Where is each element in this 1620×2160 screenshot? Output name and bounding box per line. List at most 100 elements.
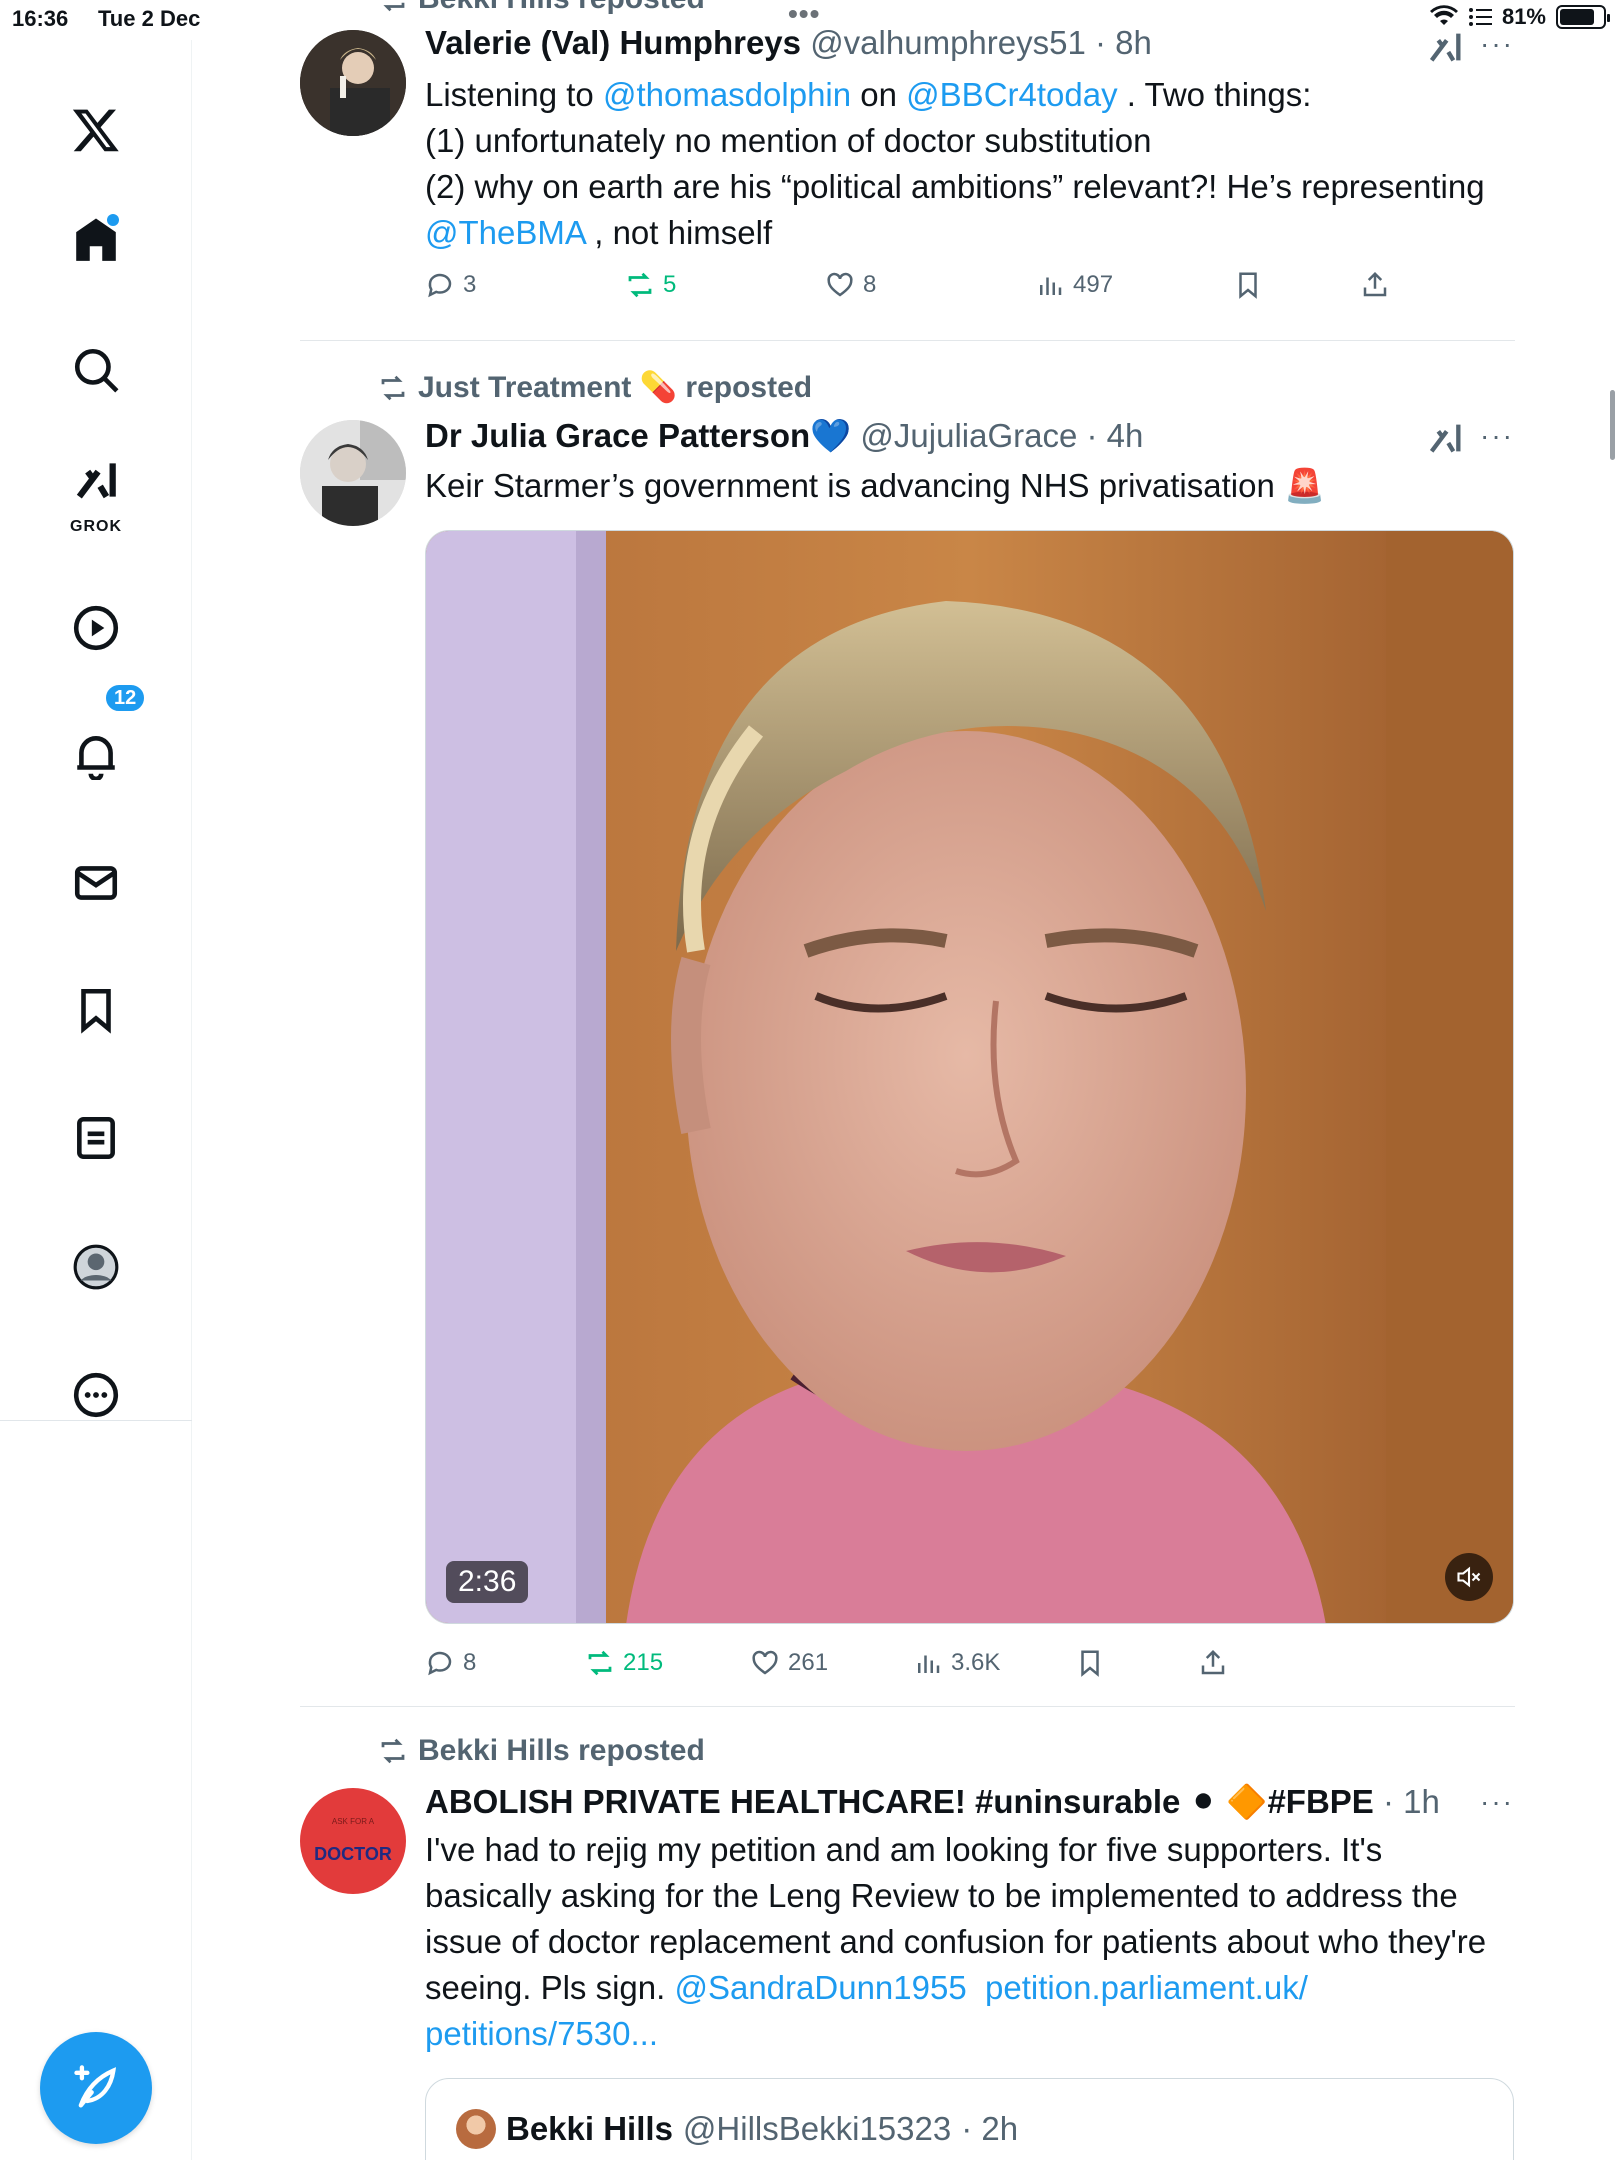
bookmark-button[interactable] xyxy=(1075,1648,1105,1678)
bookmark-icon xyxy=(1239,272,1257,299)
quote-time: · 2h xyxy=(961,2110,1019,2147)
video-frame xyxy=(426,531,1513,1623)
repost-icon xyxy=(381,1738,405,1764)
author-name[interactable]: ABOLISH PRIVATE HEALTHCARE! #uninsurable… xyxy=(425,1783,1374,1820)
quote-author-name[interactable]: Bekki Hills xyxy=(506,2110,673,2148)
quote-avatar[interactable] xyxy=(456,2109,496,2149)
like-button[interactable]: 261 xyxy=(750,1648,828,1678)
heart-icon xyxy=(752,1650,778,1675)
tweet-text: Keir Starmer’s government is advancing N… xyxy=(425,467,1326,504)
mute-button[interactable] xyxy=(1445,1553,1493,1601)
scrollbar-thumb[interactable] xyxy=(1610,390,1615,460)
like-button[interactable]: 8 xyxy=(825,270,876,300)
views-button[interactable]: 3.6K xyxy=(913,1648,1000,1678)
heart-icon xyxy=(827,272,853,297)
reply-icon xyxy=(428,1651,452,1676)
grok-icon[interactable] xyxy=(56,440,136,520)
repost-icon xyxy=(383,2,405,12)
lists-icon[interactable] xyxy=(56,1098,136,1178)
share-icon xyxy=(1363,271,1387,297)
compose-post-button[interactable] xyxy=(40,2032,152,2144)
grok-label: GROK xyxy=(70,518,122,535)
reply-button[interactable]: 8 xyxy=(425,1648,476,1678)
more-options-icon[interactable] xyxy=(56,1355,136,1435)
tweet-time: · 8h xyxy=(1095,24,1152,61)
tweet-author-line: Dr Julia Grace Patterson💙 @JujuliaGrace … xyxy=(425,416,1143,456)
author-name[interactable]: Dr Julia Grace Patterson💙 xyxy=(425,417,851,454)
author-handle[interactable]: @valhumphreys51 xyxy=(810,24,1086,61)
share-button[interactable] xyxy=(1198,1648,1228,1678)
repost-icon xyxy=(381,375,405,400)
bookmark-button[interactable] xyxy=(1233,270,1263,300)
quote-author-handle[interactable]: @HillsBekki15323 xyxy=(683,2110,951,2148)
bookmark-icon[interactable] xyxy=(56,970,136,1050)
battery-percent: 81% xyxy=(1501,4,1546,29)
grok-explain-icon[interactable] xyxy=(1425,27,1465,67)
multitasking-dots-icon[interactable]: ••• xyxy=(788,0,820,28)
muted-speaker-icon xyxy=(1457,1566,1481,1588)
tweet-time: · 1h xyxy=(1383,1783,1440,1820)
repost-icon xyxy=(588,1650,612,1676)
text-segment: . Two things: xyxy=(1117,76,1312,113)
tweet-author-line: ABOLISH PRIVATE HEALTHCARE! #uninsurable… xyxy=(425,1782,1440,1822)
petition-link-continued[interactable]: petitions/7530... xyxy=(425,2015,658,2052)
text-segment: (2) why on earth are his “political ambi… xyxy=(425,168,1485,205)
repost-button[interactable]: 5 xyxy=(625,270,676,300)
repost-count: 215 xyxy=(623,1649,664,1676)
tweet-more-icon[interactable]: ··· xyxy=(1480,420,1514,452)
bookmark-icon xyxy=(1081,1650,1099,1677)
view-count: 497 xyxy=(1073,271,1114,298)
text-segment: (1) unfortunately no mention of doctor s… xyxy=(425,122,1152,159)
tweet-text: Listening to @thomasdolphin on @BBCr4tod… xyxy=(425,72,1515,256)
profile-icon[interactable] xyxy=(56,1227,136,1307)
avatar-text: DOCTOR xyxy=(314,1844,392,1864)
notifications-bell-icon[interactable] xyxy=(56,715,136,795)
quoted-tweet[interactable]: Bekki Hills @HillsBekki15323 · 2h xyxy=(425,2078,1514,2160)
tweet-more-icon[interactable]: ··· xyxy=(1480,28,1514,60)
avatar[interactable] xyxy=(300,420,406,526)
status-date: Tue 2 Dec xyxy=(98,6,201,31)
tweet-text: I've had to rejig my petition and am loo… xyxy=(425,1827,1515,2057)
compose-feather-icon xyxy=(74,2065,117,2108)
repost-text: Just Treatment 💊 reposted xyxy=(418,371,813,404)
share-button[interactable] xyxy=(1360,270,1390,300)
grok-explain-icon[interactable] xyxy=(1425,418,1465,458)
views-button[interactable]: 497 xyxy=(1035,270,1113,300)
mail-icon[interactable] xyxy=(56,843,136,923)
tweet-time: · 4h xyxy=(1086,417,1144,454)
battery-icon xyxy=(1556,5,1610,29)
mention-link[interactable]: @thomasdolphin xyxy=(603,76,851,113)
sidebar: GROK 12 xyxy=(0,40,192,2160)
reply-icon xyxy=(428,273,452,298)
status-time: 16:36 xyxy=(12,6,69,31)
video-player[interactable]: 2:36 xyxy=(425,530,1514,1624)
video-duration: 2:36 xyxy=(446,1561,529,1603)
author-name[interactable]: Valerie (Val) Humphreys xyxy=(425,24,801,61)
petition-link[interactable]: petition.parliament.uk/ xyxy=(985,1969,1308,2006)
author-handle[interactable]: @JujuliaGrace xyxy=(860,417,1077,454)
text-segment: , not himself xyxy=(585,214,773,251)
notifications-badge: 12 xyxy=(103,682,148,714)
search-icon[interactable] xyxy=(56,330,136,410)
tweet-actions: 8 215 261 3.6K xyxy=(425,1648,1425,1688)
tweet-more-icon[interactable]: ··· xyxy=(1480,1786,1514,1818)
text-segment: on xyxy=(851,76,907,113)
home-unread-dot xyxy=(107,214,119,226)
tweet-author-line: Valerie (Val) Humphreys @valhumphreys51 … xyxy=(425,23,1152,63)
repost-text: Bekki Hills reposted xyxy=(418,1734,705,1767)
video-icon[interactable] xyxy=(56,588,136,668)
home-icon[interactable] xyxy=(56,200,136,280)
mention-link[interactable]: @SandraDunn1955 xyxy=(674,1969,966,2006)
repost-indicator: Bekki Hills reposted xyxy=(378,1734,705,1768)
reply-count: 3 xyxy=(463,271,477,298)
x-logo-icon[interactable] xyxy=(56,90,136,170)
avatar[interactable]: ASK FOR A DOCTOR xyxy=(300,1788,406,1894)
mention-link[interactable]: @BBCr4today xyxy=(906,76,1117,113)
avatar[interactable] xyxy=(300,30,406,136)
list-icon xyxy=(1468,8,1492,26)
text-segment: Listening to xyxy=(425,76,603,113)
repost-button[interactable]: 215 xyxy=(585,1648,663,1678)
mention-link[interactable]: @TheBMA xyxy=(425,214,585,251)
reply-button[interactable]: 3 xyxy=(425,270,476,300)
view-count: 3.6K xyxy=(951,1649,1001,1676)
